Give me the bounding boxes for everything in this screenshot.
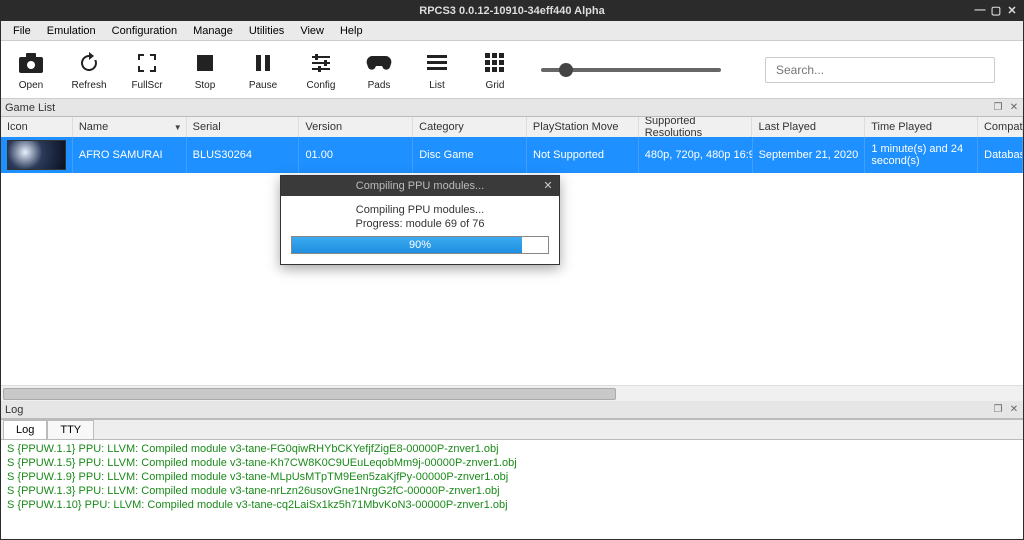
log-line: S {PPUW.1.9} PPU: LLVM: Compiled module … (7, 470, 1017, 484)
column-headers: Icon Name▼ Serial Version Category PlayS… (1, 117, 1023, 137)
close-button[interactable]: ✕ (1005, 3, 1019, 17)
game-thumbnail (7, 140, 66, 170)
pause-icon (245, 48, 281, 78)
detach-icon[interactable]: ❐ (991, 402, 1005, 416)
minimize-button[interactable]: — (973, 3, 987, 17)
cell-last: September 21, 2020 (753, 137, 866, 173)
icon-size-slider[interactable] (541, 68, 721, 72)
cell-compat: Database (978, 137, 1023, 173)
cell-serial: BLUS30264 (187, 137, 300, 173)
menu-bar: File Emulation Configuration Manage Util… (1, 21, 1023, 41)
table-row[interactable]: AFRO SAMURAI BLUS30264 01.00 Disc Game N… (1, 137, 1023, 173)
col-last-played[interactable]: Last Played (752, 117, 865, 137)
sliders-icon (303, 48, 339, 78)
refresh-icon (71, 48, 107, 78)
scrollbar-thumb[interactable] (3, 388, 616, 400)
title-bar: RPCS3 0.0.12-10910-34eff440 Alpha — ▢ ✕ (1, 1, 1023, 21)
detach-icon[interactable]: ❐ (991, 100, 1005, 114)
pause-button[interactable]: Pause (241, 48, 285, 91)
log-line: S {PPUW.1.1} PPU: LLVM: Compiled module … (7, 442, 1017, 456)
fullscreen-icon (129, 48, 165, 78)
horizontal-scrollbar[interactable] (1, 385, 1023, 401)
menu-manage[interactable]: Manage (185, 23, 241, 39)
menu-file[interactable]: File (5, 23, 39, 39)
list-icon (419, 48, 455, 78)
dialog-progress-text: Progress: module 69 of 76 (291, 218, 549, 230)
grid-button[interactable]: Grid (473, 48, 517, 91)
col-resolutions[interactable]: Supported Resolutions (639, 117, 753, 137)
cell-category: Disc Game (413, 137, 527, 173)
cell-time: 1 minute(s) and 24 second(s) (865, 137, 978, 173)
refresh-button[interactable]: Refresh (67, 48, 111, 91)
menu-view[interactable]: View (292, 23, 332, 39)
cell-res: 480p, 720p, 480p 16:9 (639, 137, 753, 173)
progress-bar: 90% (291, 236, 549, 254)
progress-percent: 90% (292, 237, 548, 253)
col-category[interactable]: Category (413, 117, 527, 137)
config-button[interactable]: Config (299, 48, 343, 91)
dialog-title-bar: Compiling PPU modules... ✕ (281, 176, 559, 196)
sort-indicator-icon: ▼ (174, 123, 182, 132)
list-button[interactable]: List (415, 48, 459, 91)
menu-emulation[interactable]: Emulation (39, 23, 104, 39)
col-compat[interactable]: Compat (978, 117, 1023, 137)
dialog-close-button[interactable]: ✕ (541, 178, 555, 192)
cell-version: 01.00 (299, 137, 413, 173)
search-container (765, 57, 995, 83)
search-input[interactable] (765, 57, 995, 83)
col-version[interactable]: Version (299, 117, 413, 137)
stop-button[interactable]: Stop (183, 48, 227, 91)
menu-configuration[interactable]: Configuration (104, 23, 185, 39)
col-time-played[interactable]: Time Played (865, 117, 978, 137)
menu-help[interactable]: Help (332, 23, 371, 39)
camera-icon (13, 48, 49, 78)
cell-psmove: Not Supported (527, 137, 639, 173)
log-header: Log ❐ ✕ (1, 401, 1023, 419)
fullscreen-button[interactable]: FullScr (125, 48, 169, 91)
grid-icon (477, 48, 513, 78)
gamepad-icon (361, 48, 397, 78)
tab-tty[interactable]: TTY (47, 420, 94, 439)
dialog-message: Compiling PPU modules... (291, 204, 549, 216)
compile-dialog: Compiling PPU modules... ✕ Compiling PPU… (280, 175, 560, 265)
col-psmove[interactable]: PlayStation Move (527, 117, 639, 137)
log-panel: Log TTY S {PPUW.1.1} PPU: LLVM: Compiled… (1, 419, 1023, 539)
log-line: S {PPUW.1.5} PPU: LLVM: Compiled module … (7, 456, 1017, 470)
open-button[interactable]: Open (9, 48, 53, 91)
close-icon[interactable]: ✕ (1007, 402, 1021, 416)
gamelist-header: Game List ❐ ✕ (1, 99, 1023, 117)
window-title: RPCS3 0.0.12-10910-34eff440 Alpha (419, 5, 604, 17)
close-icon[interactable]: ✕ (1007, 100, 1021, 114)
toolbar: Open Refresh FullScr Stop Pause Config P… (1, 41, 1023, 99)
slider-knob[interactable] (559, 63, 573, 77)
cell-name: AFRO SAMURAI (73, 137, 187, 173)
log-tabs: Log TTY (1, 420, 1023, 440)
col-name[interactable]: Name▼ (73, 117, 187, 137)
tab-log[interactable]: Log (3, 420, 47, 439)
menu-utilities[interactable]: Utilities (241, 23, 292, 39)
maximize-button[interactable]: ▢ (989, 3, 1003, 17)
log-line: S {PPUW.1.10} PPU: LLVM: Compiled module… (7, 498, 1017, 512)
log-body[interactable]: S {PPUW.1.1} PPU: LLVM: Compiled module … (1, 440, 1023, 539)
cell-icon (1, 137, 73, 173)
col-icon[interactable]: Icon (1, 117, 73, 137)
pads-button[interactable]: Pads (357, 48, 401, 91)
stop-icon (187, 48, 223, 78)
col-serial[interactable]: Serial (187, 117, 300, 137)
log-line: S {PPUW.1.3} PPU: LLVM: Compiled module … (7, 484, 1017, 498)
